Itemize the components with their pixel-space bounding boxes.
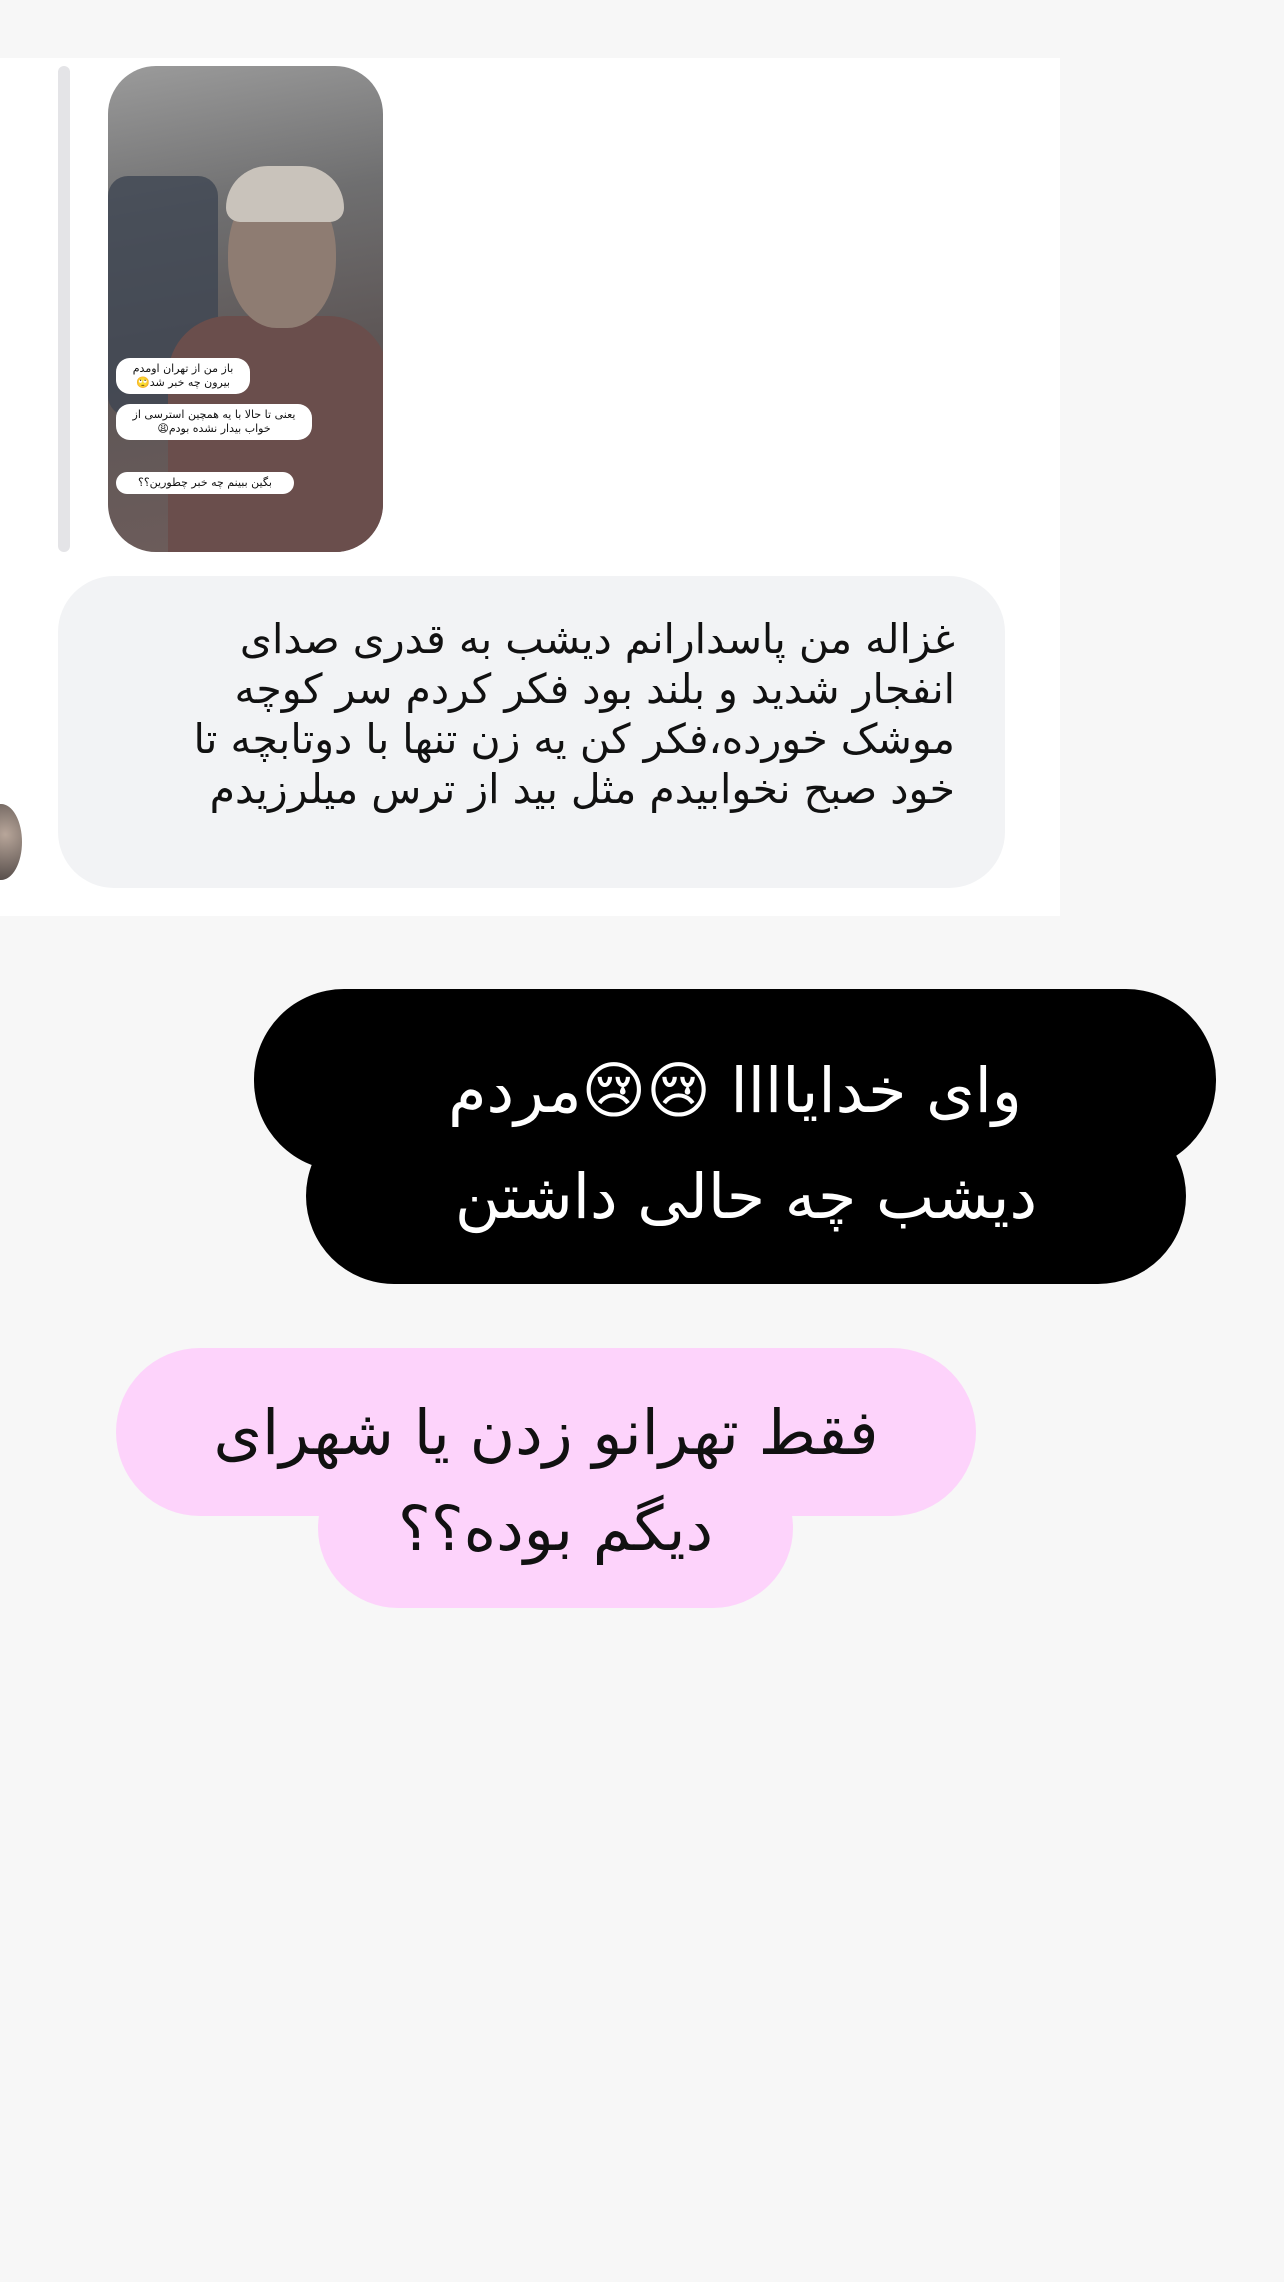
black-caption-line-1: وای خدایاااا 😢😢مردم — [448, 1054, 1022, 1127]
story-sticker-1: باز من از تهران اومدم بیرون چه خبر شد🙄 — [116, 358, 250, 394]
story-sticker-3: بگین ببینم چه خبر چطورین؟؟ — [116, 472, 294, 494]
incoming-message-text: غزاله من پاسدارانم دیشب به قدری صدای انف… — [193, 615, 955, 813]
black-caption-line-2: دیشب چه حالی داشتن — [454, 1160, 1038, 1233]
story-reply-indicator — [58, 66, 70, 552]
story-person-cap — [226, 166, 344, 222]
pink-caption-line-2: دیگم بوده؟؟ — [397, 1492, 714, 1565]
pink-caption-line-1: فقط تهرانو زدن یا شهرای — [213, 1396, 879, 1469]
incoming-message-bubble[interactable]: غزاله من پاسدارانم دیشب به قدری صدای انف… — [58, 576, 1005, 888]
story-sticker-2: یعنی تا حالا با یه همچین استرسی از خواب … — [116, 404, 312, 440]
story-thumbnail[interactable]: باز من از تهران اومدم بیرون چه خبر شد🙄 ی… — [108, 66, 383, 552]
